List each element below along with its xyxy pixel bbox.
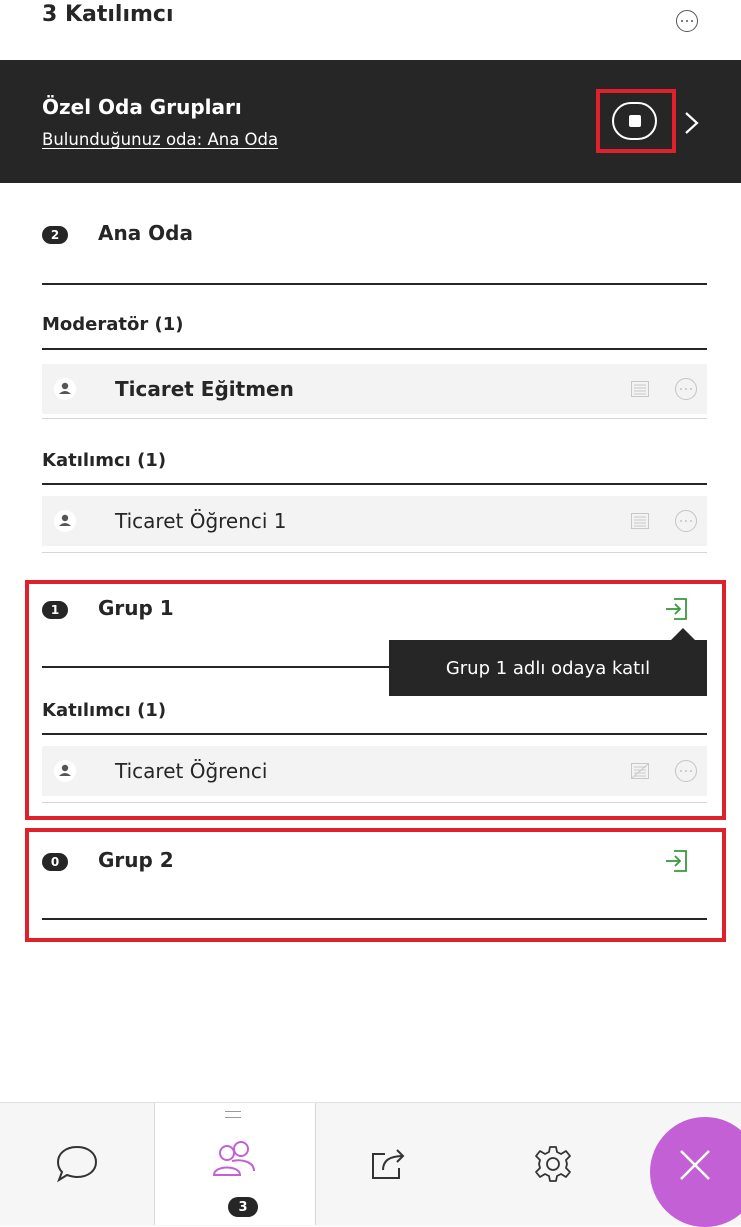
moderators-section-title: Moderatör (1) — [42, 314, 184, 335]
participant-more-icon[interactable] — [675, 760, 697, 782]
captions-list-icon[interactable] — [631, 513, 649, 529]
current-room-link[interactable]: Bulunduğunuz oda: Ana Oda — [42, 130, 278, 149]
divider — [42, 552, 707, 553]
highlight-box-group-2 — [25, 828, 726, 942]
participants-icon — [212, 1141, 255, 1176]
tab-settings[interactable] — [463, 1103, 643, 1225]
join-tooltip: Grup 1 adlı odaya katıl — [389, 640, 707, 696]
join-room-icon[interactable] — [664, 596, 690, 622]
divider — [42, 733, 707, 735]
tooltip-arrow — [671, 628, 695, 640]
participant-name: Ticaret Öğrenci 1 — [115, 509, 287, 533]
participants-section-title: Katılımcı (1) — [42, 450, 167, 471]
divider — [42, 802, 707, 803]
participant-more-icon[interactable] — [675, 510, 697, 532]
share-icon — [372, 1149, 405, 1179]
divider — [42, 418, 707, 419]
close-icon[interactable] — [675, 1145, 715, 1185]
divider — [42, 483, 707, 485]
more-options-icon[interactable] — [676, 10, 698, 32]
divider — [42, 283, 707, 285]
participant-name: Ticaret Eğitmen — [115, 377, 294, 401]
user-icon — [54, 760, 76, 782]
tab-chat[interactable] — [0, 1103, 153, 1225]
room-count-badge: 1 — [42, 601, 68, 619]
chevron-right-icon[interactable] — [681, 109, 703, 137]
room-name-group-1[interactable]: Grup 1 — [98, 596, 174, 620]
participant-name: Ticaret Öğrenci — [115, 759, 268, 783]
chat-icon — [56, 1145, 97, 1183]
stop-breakout-icon[interactable] — [612, 102, 657, 140]
join-room-icon[interactable] — [664, 848, 690, 874]
captions-off-icon[interactable] — [631, 763, 649, 779]
settings-icon — [535, 1146, 571, 1182]
room-count-badge: 0 — [42, 853, 68, 871]
user-icon — [54, 378, 76, 400]
panel-title: 3 Katılımcı — [42, 2, 174, 27]
tab-share[interactable] — [315, 1103, 463, 1225]
participant-row-moderator[interactable]: Ticaret Eğitmen — [42, 364, 707, 414]
breakout-title: Özel Oda Grupları — [42, 95, 242, 119]
drag-handle[interactable] — [225, 1111, 241, 1118]
captions-list-icon[interactable] — [631, 381, 649, 397]
participant-count-badge: 3 — [228, 1197, 258, 1217]
participant-row[interactable]: Ticaret Öğrenci 1 — [42, 496, 707, 546]
divider — [42, 348, 707, 350]
room-count-badge: 2 — [42, 226, 68, 244]
room-name-main[interactable]: Ana Oda — [98, 221, 193, 245]
room-name-group-2[interactable]: Grup 2 — [98, 848, 174, 872]
user-icon — [54, 510, 76, 532]
divider — [42, 918, 707, 920]
participant-more-icon[interactable] — [675, 378, 697, 400]
participant-row[interactable]: Ticaret Öğrenci — [42, 746, 707, 796]
participants-section-title: Katılımcı (1) — [42, 700, 167, 721]
